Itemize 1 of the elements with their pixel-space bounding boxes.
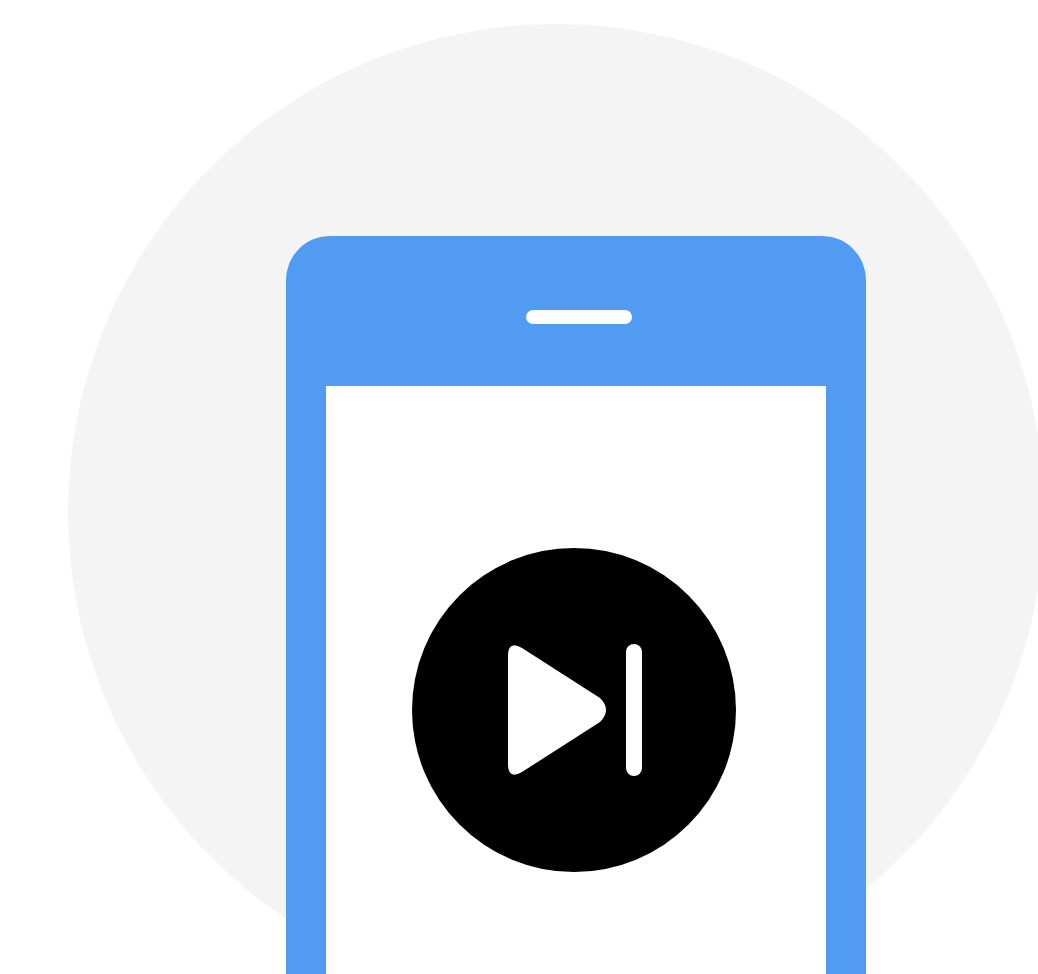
skip-next-icon: [412, 548, 736, 872]
